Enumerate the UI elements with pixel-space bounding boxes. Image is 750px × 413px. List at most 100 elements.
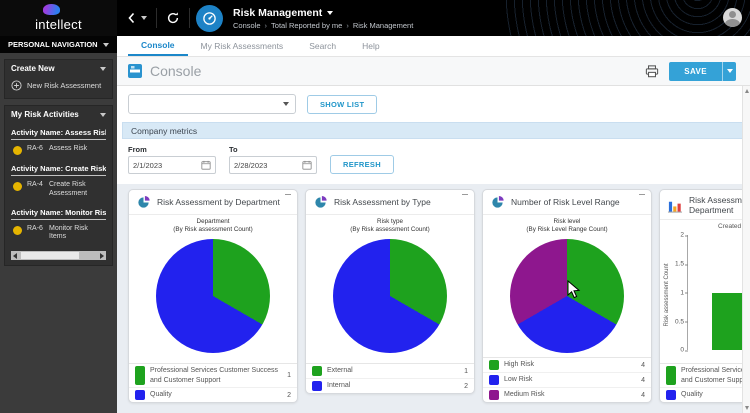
collapse-card-button[interactable]	[639, 194, 645, 195]
activity-group-header: Activity Name: Assess Risk	[11, 128, 106, 140]
scrollbar-thumb[interactable]	[21, 252, 80, 259]
legend-swatch	[489, 375, 499, 385]
logo: intellect	[0, 0, 117, 36]
pie-chart	[333, 239, 447, 353]
breadcrumb: Console › Total Reported by me › Risk Ma…	[233, 21, 413, 30]
from-date-input[interactable]: 2/1/2023	[128, 156, 216, 174]
activity-id: RA-6	[27, 225, 44, 234]
create-new-section: Create New New Risk Assessment	[4, 59, 113, 99]
breadcrumb-separator: ›	[346, 21, 349, 30]
save-split-button: SAVE	[669, 62, 736, 81]
tab-search[interactable]: Search	[296, 36, 349, 56]
refresh-icon	[166, 11, 180, 25]
app-title: Risk Management	[233, 7, 322, 19]
scroll-right-icon[interactable]	[100, 253, 104, 259]
chevron-down-icon	[100, 113, 106, 117]
page-title: Console	[150, 63, 201, 79]
activity-item[interactable]: RA-6 Assess Risk	[11, 140, 106, 159]
intellect-logo-icon	[43, 4, 60, 15]
card-header: Risk Assessment by Type	[306, 190, 474, 215]
risk-management-app-button[interactable]	[196, 5, 223, 32]
console-select-dropdown[interactable]	[128, 94, 296, 114]
card-header: Risk Assessment by Department	[129, 190, 297, 215]
activity-label: Monitor Risk Items	[49, 225, 104, 243]
activity-item[interactable]: RA-4 Create Risk Assessment	[11, 176, 106, 203]
status-dot-icon	[13, 182, 22, 191]
calendar-icon[interactable]	[201, 160, 211, 170]
chart-subtitle: Risk type (By Risk assessment Count)	[306, 218, 474, 234]
page-header: Console SAVE	[117, 57, 750, 86]
tab-help[interactable]: Help	[349, 36, 392, 56]
tab-my-risk-assessments[interactable]: My Risk Assessments	[188, 36, 297, 56]
chart-subtitle: Risk level (By Risk Level Range Count)	[483, 218, 651, 234]
legend-row: Quality	[660, 388, 750, 402]
legend-row: Internal 2	[306, 379, 474, 393]
from-field: From 2/1/2023	[128, 145, 216, 174]
scroll-left-icon[interactable]	[13, 253, 17, 259]
bar-chart-icon	[667, 198, 683, 213]
bar-corner-label: Created	[718, 223, 741, 230]
show-list-button[interactable]: SHOW LIST	[307, 95, 377, 114]
save-button[interactable]: SAVE	[669, 62, 722, 81]
user-avatar-icon[interactable]	[723, 8, 742, 27]
activity-group-header: Activity Name: Create Risk Assessment	[11, 164, 106, 176]
collapse-card-button[interactable]	[462, 194, 468, 195]
legend-swatch	[312, 366, 322, 376]
collapse-card-button[interactable]	[285, 194, 291, 195]
company-metrics-header: Company metrics	[122, 122, 747, 139]
activity-label: Create Risk Assessment	[49, 181, 104, 199]
breadcrumb-risk-management[interactable]: Risk Management	[353, 21, 413, 30]
calendar-icon[interactable]	[302, 160, 312, 170]
card-title: Risk Assessment by Type	[334, 197, 431, 207]
refresh-button[interactable]: REFRESH	[330, 155, 394, 174]
new-risk-assessment-button[interactable]: New Risk Assessment	[5, 77, 112, 98]
chart-legend: Professional Services Customer Success a…	[660, 363, 750, 402]
chart-legend: External 1 Internal 2	[306, 363, 474, 393]
pie-chart	[156, 239, 270, 353]
activity-group: Activity Name: Assess Risk RA-6 Assess R…	[5, 123, 112, 159]
personal-navigation-header[interactable]: PERSONAL NAVIGATION	[0, 36, 117, 53]
app-window: intellect PERSONAL NAVIGATION Create New…	[0, 0, 750, 413]
bar-chart: Created Risk assessment Count 2 1.5 1 0.…	[660, 220, 750, 363]
legend-row: Professional Services Customer Success a…	[660, 364, 750, 388]
refresh-button[interactable]	[157, 11, 189, 25]
scroll-up-icon[interactable]	[745, 89, 749, 93]
chevron-down-icon	[100, 67, 106, 71]
activity-group: Activity Name: Monitor Risk Items RA-6 M…	[5, 203, 112, 247]
divider	[189, 8, 190, 28]
chart-card-risk-by-type: Risk Assessment by Type Risk type (By Ri…	[305, 189, 475, 394]
main-area: Risk Management Console › Total Reported…	[117, 0, 750, 413]
to-field: To 2/28/2023	[229, 145, 317, 174]
app-title-dropdown[interactable]: Risk Management	[233, 7, 413, 19]
chevron-down-icon	[141, 16, 147, 20]
pie-chart-icon	[313, 195, 328, 210]
activity-id: RA-4	[27, 181, 44, 190]
breadcrumb-total-reported[interactable]: Total Reported by me	[271, 21, 342, 30]
print-icon[interactable]	[645, 65, 659, 78]
vertical-scrollbar[interactable]	[742, 86, 750, 413]
status-dot-icon	[13, 146, 22, 155]
card-header: Risk Assessment by Department	[660, 190, 750, 220]
legend-row: High Risk 4	[483, 358, 651, 373]
to-date-input[interactable]: 2/28/2023	[229, 156, 317, 174]
save-dropdown-button[interactable]	[722, 62, 736, 81]
activity-group-header: Activity Name: Monitor Risk Items	[11, 208, 106, 220]
date-filter-row: From 2/1/2023 To 2/28/2023	[117, 139, 750, 184]
chevron-down-icon	[103, 43, 109, 47]
chevron-down-icon	[283, 102, 289, 106]
activity-item[interactable]: RA-6 Monitor Risk Items	[11, 220, 106, 247]
sidebar-horizontal-scrollbar[interactable]	[11, 251, 106, 260]
breadcrumb-console[interactable]: Console	[233, 21, 261, 30]
logo-text: intellect	[35, 17, 82, 32]
breadcrumb-separator: ›	[265, 21, 268, 30]
tab-console[interactable]: Console	[128, 36, 188, 56]
top-bar: Risk Management Console › Total Reported…	[117, 0, 750, 36]
back-button[interactable]	[117, 12, 156, 24]
create-new-header[interactable]: Create New	[5, 60, 112, 77]
chart-card-risk-by-department: Risk Assessment by Department Department…	[128, 189, 298, 403]
my-risk-activities-header[interactable]: My Risk Activities	[5, 106, 112, 123]
chevron-down-icon	[727, 69, 733, 73]
pie-chart-icon	[490, 195, 505, 210]
scroll-down-icon[interactable]	[745, 406, 749, 410]
activity-id: RA-6	[27, 145, 44, 154]
